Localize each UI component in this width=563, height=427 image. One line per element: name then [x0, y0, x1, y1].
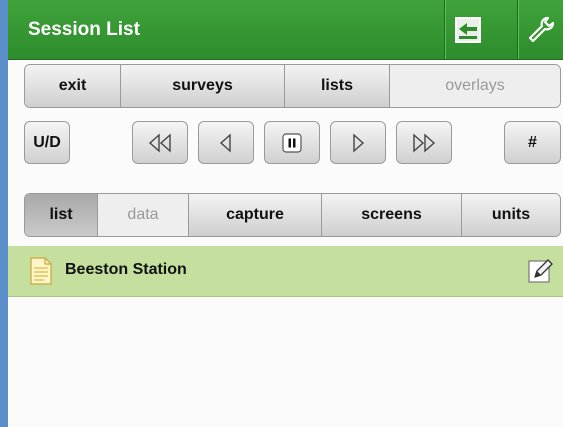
step-forward-button[interactable]	[330, 121, 386, 164]
tab-surveys[interactable]: surveys	[121, 65, 285, 107]
tab-units[interactable]: units	[462, 194, 560, 236]
rewind-button[interactable]	[132, 121, 188, 164]
exit-button[interactable]	[444, 0, 491, 59]
ud-button[interactable]: U/D	[24, 121, 70, 164]
nav-tabs: exit surveys lists overlays	[24, 64, 561, 108]
tab-overlays[interactable]: overlays	[390, 65, 560, 107]
tab-screens[interactable]: screens	[322, 194, 462, 236]
tab-capture[interactable]: capture	[189, 194, 322, 236]
session-name: Beeston Station	[65, 261, 187, 278]
settings-button[interactable]	[517, 0, 563, 59]
fast-forward-button[interactable]	[396, 121, 452, 164]
step-back-icon	[219, 132, 231, 153]
rewind-icon	[148, 132, 171, 153]
step-forward-icon	[353, 132, 365, 153]
document-icon	[30, 257, 52, 285]
app-header: Session List	[8, 0, 563, 60]
hash-button[interactable]: #	[504, 121, 561, 164]
pause-icon	[282, 132, 302, 153]
wrench-icon	[528, 16, 555, 42]
tab-lists[interactable]: lists	[285, 65, 390, 107]
list-item[interactable]: Beeston Station	[8, 246, 563, 297]
page-title: Session List	[28, 19, 140, 40]
pause-button[interactable]	[264, 121, 320, 164]
step-back-button[interactable]	[198, 121, 254, 164]
tab-list[interactable]: list	[25, 194, 98, 236]
left-edge-strip	[0, 0, 8, 427]
tab-data[interactable]: data	[98, 194, 189, 236]
fast-forward-icon	[413, 132, 436, 153]
view-tabs: list data capture screens units	[24, 193, 561, 237]
exit-arrow-icon	[455, 16, 481, 43]
tab-exit[interactable]: exit	[25, 65, 121, 107]
edit-icon[interactable]	[527, 258, 553, 284]
